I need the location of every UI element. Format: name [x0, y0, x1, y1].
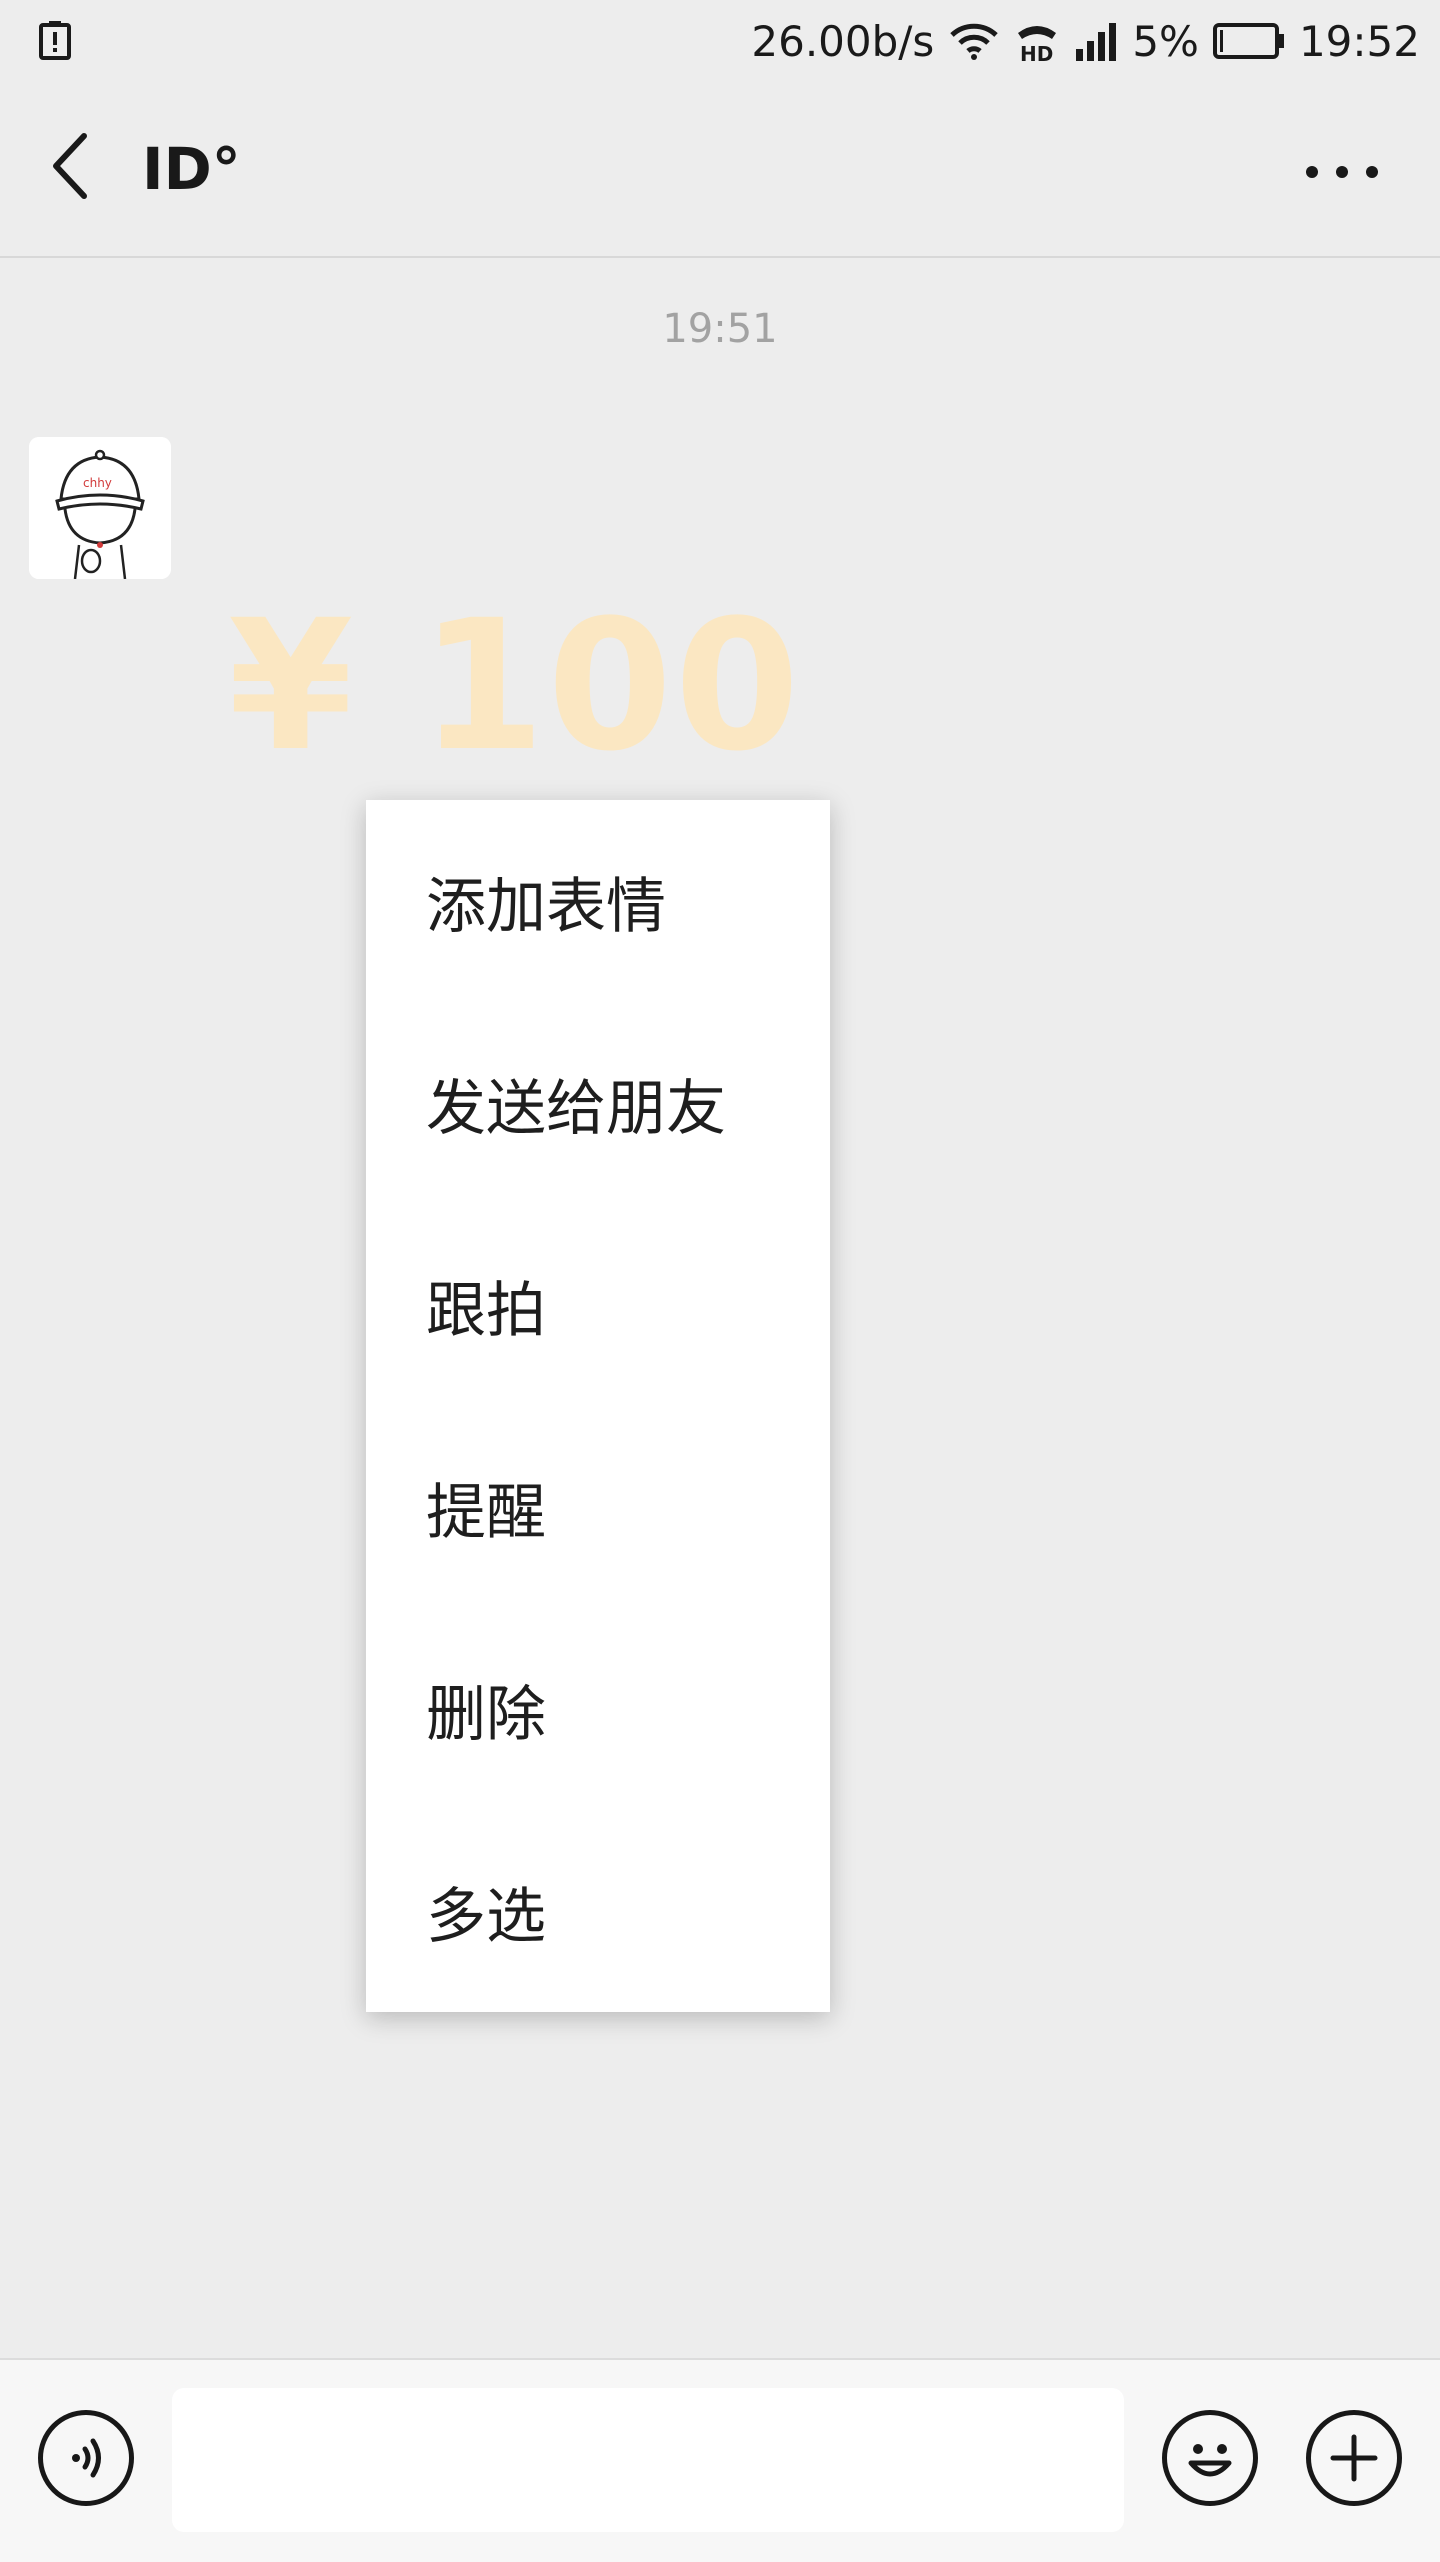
- menu-item-send-to-friend[interactable]: 发送给朋友: [366, 1002, 830, 1204]
- voice-icon: [72, 2438, 101, 2478]
- nav-bar: ID°: [0, 82, 1440, 258]
- status-time: 19:52: [1298, 16, 1420, 66]
- message-timestamp: 19:51: [662, 306, 778, 352]
- status-right: 26.00b/s HD 5% 19:52: [751, 0, 1420, 82]
- avatar-illustration: chhy: [29, 437, 171, 579]
- sticker-message[interactable]: ¥ 100: [228, 582, 802, 791]
- chat-title: ID°: [142, 135, 241, 203]
- message-input[interactable]: [172, 2388, 1124, 2532]
- voice-input-button[interactable]: [38, 2410, 134, 2506]
- menu-item-follow-shoot[interactable]: 跟拍: [366, 1204, 830, 1406]
- battery-percent: 5%: [1132, 16, 1199, 66]
- emoji-button[interactable]: [1162, 2410, 1258, 2506]
- signal-icon: [1076, 23, 1117, 61]
- battery-alert-icon: [39, 21, 71, 60]
- input-bar: [0, 2358, 1440, 2562]
- menu-item-delete[interactable]: 删除: [366, 1608, 830, 1810]
- emoji-icon: [1188, 2444, 1232, 2477]
- back-arrow-icon[interactable]: [36, 126, 116, 206]
- battery-icon: [1212, 23, 1284, 59]
- network-speed: 26.00b/s: [751, 16, 935, 66]
- menu-item-add-sticker[interactable]: 添加表情: [366, 800, 830, 1002]
- menu-item-multi-select[interactable]: 多选: [366, 1810, 830, 2012]
- svg-text:HD: HD: [1020, 42, 1053, 63]
- wifi-icon: [950, 23, 999, 60]
- menu-item-remind[interactable]: 提醒: [366, 1406, 830, 1608]
- more-options-icon[interactable]: [1302, 142, 1382, 202]
- status-bar: 26.00b/s HD 5% 19:52: [0, 0, 1440, 82]
- plus-icon: [1330, 2434, 1378, 2482]
- svg-text:chhy: chhy: [83, 476, 112, 490]
- hd-call-icon: HD: [1018, 26, 1057, 63]
- more-functions-button[interactable]: [1306, 2410, 1402, 2506]
- context-menu: 添加表情 发送给朋友 跟拍 提醒 删除 多选: [366, 800, 830, 2012]
- avatar[interactable]: chhy: [29, 437, 171, 579]
